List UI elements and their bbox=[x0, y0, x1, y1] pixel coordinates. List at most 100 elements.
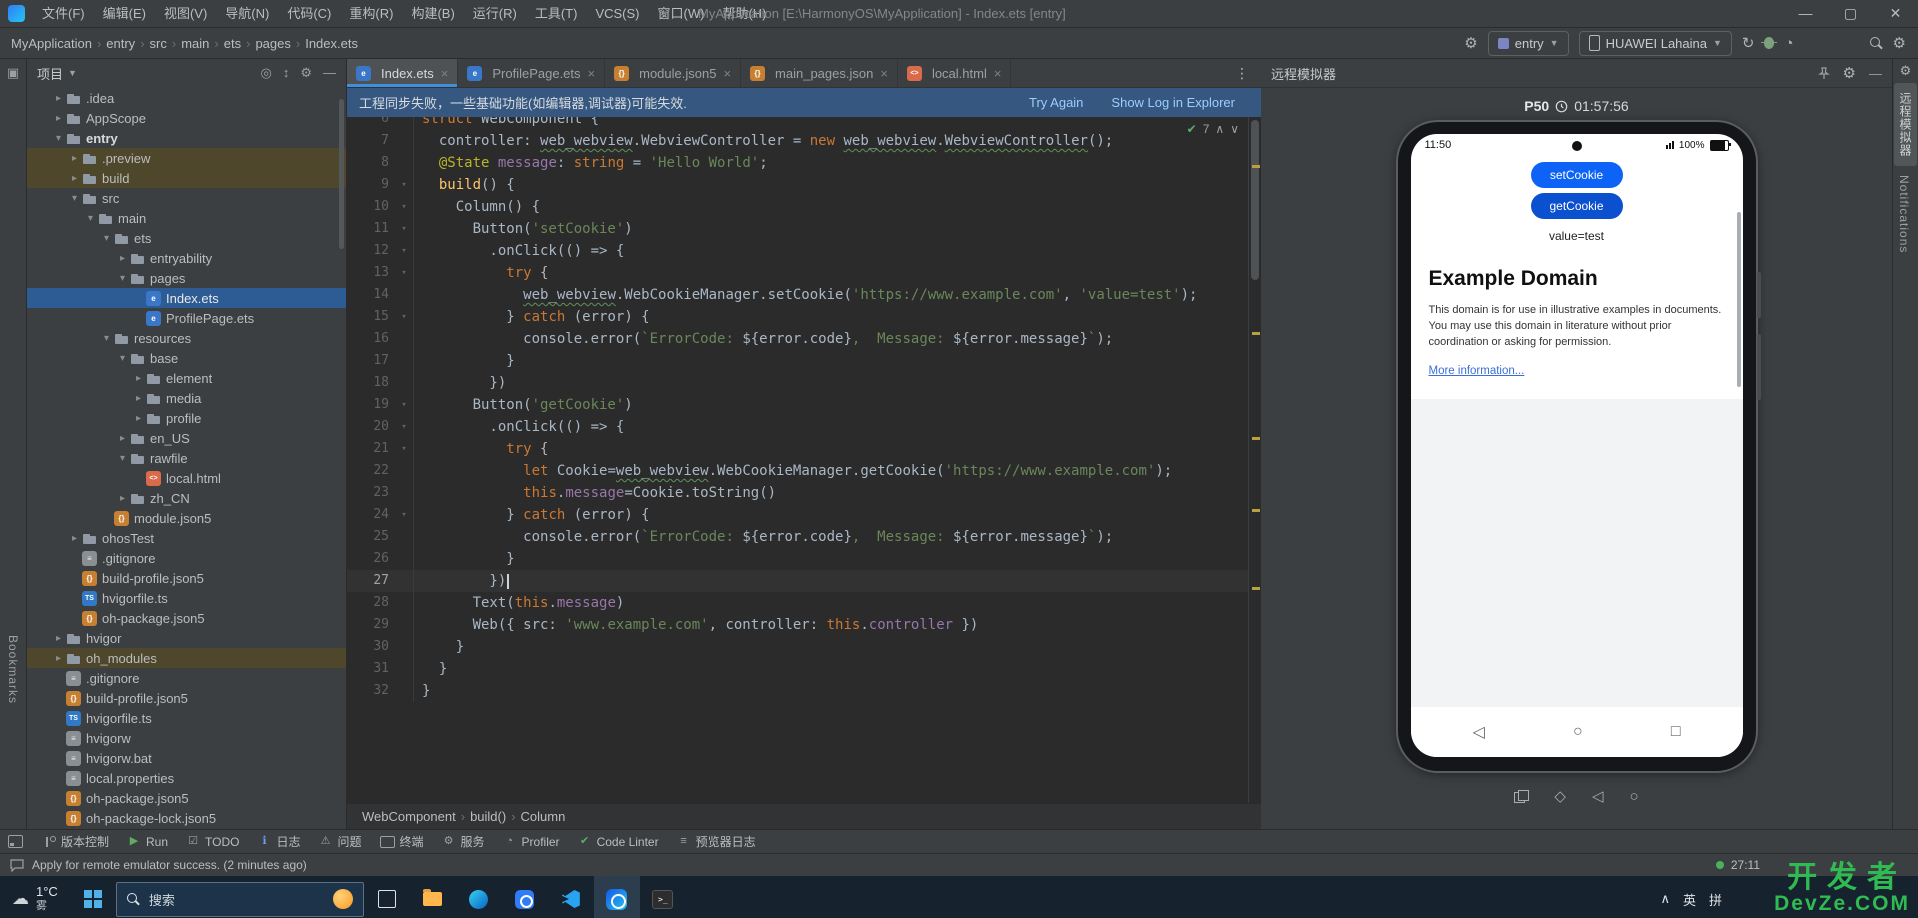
tree-item-oh-package.json5[interactable]: {} oh-package.json5 bbox=[27, 608, 346, 628]
chevron-icon[interactable]: ▸ bbox=[51, 653, 66, 664]
code-line-10[interactable]: 10 ▾ Column() { bbox=[347, 196, 1248, 218]
close-icon[interactable]: × bbox=[588, 66, 596, 81]
tree-item-en_US[interactable]: ▸ en_US bbox=[27, 428, 346, 448]
toolwindow-日志[interactable]: ℹ 日志 bbox=[248, 833, 309, 850]
code-line-17[interactable]: 17 } bbox=[347, 350, 1248, 372]
settings-icon[interactable]: ⚙ bbox=[1900, 64, 1912, 77]
toolwindow-问题[interactable]: ⚠ 问题 bbox=[310, 833, 371, 850]
emulator-phone[interactable]: 11:50 100% setCookie getCookie value=tes… bbox=[1397, 122, 1761, 771]
file-explorer[interactable] bbox=[410, 876, 456, 918]
device-select[interactable]: HUAWEI Lahaina ▼ bbox=[1578, 30, 1732, 56]
code-line-32[interactable]: 32} bbox=[347, 680, 1248, 702]
breadcrumb-Index.ets[interactable]: Index.ets bbox=[302, 36, 361, 51]
code-line-9[interactable]: 9 ▾ build() { bbox=[347, 174, 1248, 196]
tree-item-module.json5[interactable]: {} module.json5 bbox=[27, 508, 346, 528]
tree-item-main[interactable]: ▾ main bbox=[27, 208, 346, 228]
code-line-6[interactable]: 6 struct WebComponent { bbox=[347, 117, 1248, 130]
next-issue-icon[interactable]: ∨ bbox=[1230, 122, 1239, 136]
chevron-down-icon[interactable]: ▼ bbox=[68, 68, 77, 78]
breadcrumb-main[interactable]: main bbox=[178, 36, 212, 51]
breadcrumb-ets[interactable]: ets bbox=[221, 36, 244, 51]
tab-main_pages.json[interactable]: {} main_pages.json × bbox=[741, 59, 898, 87]
deveco-studio[interactable] bbox=[593, 876, 640, 918]
terminal[interactable]: >_ bbox=[640, 876, 686, 918]
try-again-link[interactable]: Try Again bbox=[1029, 95, 1083, 110]
editor-breadcrumb-WebComponent[interactable]: WebComponent bbox=[359, 809, 459, 824]
chevron-icon[interactable]: ▸ bbox=[115, 433, 130, 444]
more-tabs-icon[interactable]: ⋮ bbox=[1223, 59, 1261, 87]
show-log-link[interactable]: Show Log in Explorer bbox=[1111, 95, 1235, 110]
fold-icon[interactable]: ▾ bbox=[395, 306, 414, 328]
chevron-icon[interactable]: ▾ bbox=[115, 453, 130, 464]
tree-item-build-profile.json5[interactable]: {} build-profile.json5 bbox=[27, 688, 346, 708]
toolwindow-Profiler[interactable]: ◔ Profiler bbox=[494, 835, 569, 849]
tree-item-ProfilePage.ets[interactable]: e ProfilePage.ets bbox=[27, 308, 346, 328]
breadcrumb-MyApplication[interactable]: MyApplication bbox=[8, 36, 95, 51]
tree-item-local.html[interactable]: <> local.html bbox=[27, 468, 346, 488]
code-editor[interactable]: 6 struct WebComponent {7 controller: web_… bbox=[347, 117, 1261, 803]
expand-collapse-icon[interactable]: ↕ bbox=[283, 65, 290, 81]
tree-item-ets[interactable]: ▾ ets bbox=[27, 228, 346, 248]
tree-item-.idea[interactable]: ▸ .idea bbox=[27, 88, 346, 108]
tree-item-hvigorfile.ts[interactable]: TS hvigorfile.ts bbox=[27, 708, 346, 728]
fold-icon[interactable]: ▾ bbox=[395, 218, 414, 240]
vscode[interactable] bbox=[548, 876, 594, 918]
tree-item-src[interactable]: ▾ src bbox=[27, 188, 346, 208]
chevron-icon[interactable]: ▾ bbox=[99, 333, 114, 344]
project-panel-title[interactable]: 项目 bbox=[37, 64, 63, 83]
code-line-31[interactable]: 31 } bbox=[347, 658, 1248, 680]
layout-toggle-icon[interactable] bbox=[8, 835, 23, 848]
tree-item-resources[interactable]: ▾ resources bbox=[27, 328, 346, 348]
chevron-icon[interactable]: ▸ bbox=[51, 113, 66, 124]
tree-item-zh_CN[interactable]: ▸ zh_CN bbox=[27, 488, 346, 508]
tree-item-base[interactable]: ▾ base bbox=[27, 348, 346, 368]
editor-breadcrumb-Column[interactable]: Column bbox=[518, 809, 569, 824]
tab-ProfilePage.ets[interactable]: e ProfilePage.ets × bbox=[458, 59, 606, 87]
close-icon[interactable]: × bbox=[441, 66, 449, 81]
cursor-position[interactable]: 27:11 bbox=[1731, 858, 1760, 872]
project-tool-icon[interactable]: ▣ bbox=[7, 65, 19, 81]
profiler-icon[interactable]: ◔ bbox=[1784, 36, 1793, 51]
chevron-icon[interactable]: ▾ bbox=[67, 193, 82, 204]
menu-运行(R)[interactable]: 运行(R) bbox=[464, 1, 526, 27]
chevron-icon[interactable]: ▸ bbox=[131, 413, 146, 424]
right-tab-Notifications[interactable]: Notifications bbox=[1894, 166, 1914, 262]
menu-工具(T)[interactable]: 工具(T) bbox=[526, 1, 587, 27]
getcookie-button[interactable]: getCookie bbox=[1530, 193, 1623, 219]
close-button[interactable]: ✕ bbox=[1873, 0, 1918, 27]
fold-icon[interactable]: ▾ bbox=[395, 438, 414, 460]
tree-item-.preview[interactable]: ▸ .preview bbox=[27, 148, 346, 168]
chevron-icon[interactable]: ▸ bbox=[51, 93, 66, 104]
inspections-widget[interactable]: ✔ 7 ∧ ∨ bbox=[1187, 122, 1239, 136]
tree-item-oh_modules[interactable]: ▸ oh_modules bbox=[27, 648, 346, 668]
chevron-icon[interactable]: ▸ bbox=[67, 153, 82, 164]
back-control-icon[interactable]: ◁ bbox=[1592, 787, 1604, 805]
chevron-icon[interactable]: ▾ bbox=[99, 233, 114, 244]
event-log-icon[interactable] bbox=[10, 858, 24, 872]
tree-item-media[interactable]: ▸ media bbox=[27, 388, 346, 408]
phone-screen[interactable]: 11:50 100% setCookie getCookie value=tes… bbox=[1410, 134, 1743, 757]
menu-文件(F)[interactable]: 文件(F) bbox=[33, 1, 94, 27]
code-line-21[interactable]: 21 ▾ try { bbox=[347, 438, 1248, 460]
tree-item-hvigorw.bat[interactable]: ≡ hvigorw.bat bbox=[27, 748, 346, 768]
home-control-icon[interactable]: ○ bbox=[1630, 788, 1639, 805]
chevron-icon[interactable]: ▸ bbox=[115, 493, 130, 504]
code-line-19[interactable]: 19 ▾ Button('getCookie') bbox=[347, 394, 1248, 416]
tree-item-ohosTest[interactable]: ▸ ohosTest bbox=[27, 528, 346, 548]
toolwindow-服务[interactable]: ⚙ 服务 bbox=[433, 833, 494, 850]
minimize-button[interactable]: — bbox=[1783, 0, 1828, 27]
breadcrumb-src[interactable]: src bbox=[147, 36, 170, 51]
setcookie-button[interactable]: setCookie bbox=[1530, 162, 1623, 188]
code-line-24[interactable]: 24 ▾ } catch (error) { bbox=[347, 504, 1248, 526]
weather-widget[interactable]: ☁ 1°C 雾 bbox=[0, 884, 70, 913]
code-line-29[interactable]: 29 Web({ src: 'www.example.com', control… bbox=[347, 614, 1248, 636]
task-view[interactable] bbox=[364, 876, 410, 918]
search-icon[interactable] bbox=[1869, 36, 1883, 50]
prev-issue-icon[interactable]: ∧ bbox=[1215, 122, 1224, 136]
fold-icon[interactable]: ▾ bbox=[395, 196, 414, 218]
tab-Index.ets[interactable]: e Index.ets × bbox=[347, 59, 459, 87]
code-line-23[interactable]: 23 this.message=Cookie.toString() bbox=[347, 482, 1248, 504]
locate-file-icon[interactable]: ◎ bbox=[261, 65, 272, 81]
settings-icon[interactable]: ⚙ bbox=[1893, 36, 1906, 51]
tree-item-local.properties[interactable]: ≡ local.properties bbox=[27, 768, 346, 788]
